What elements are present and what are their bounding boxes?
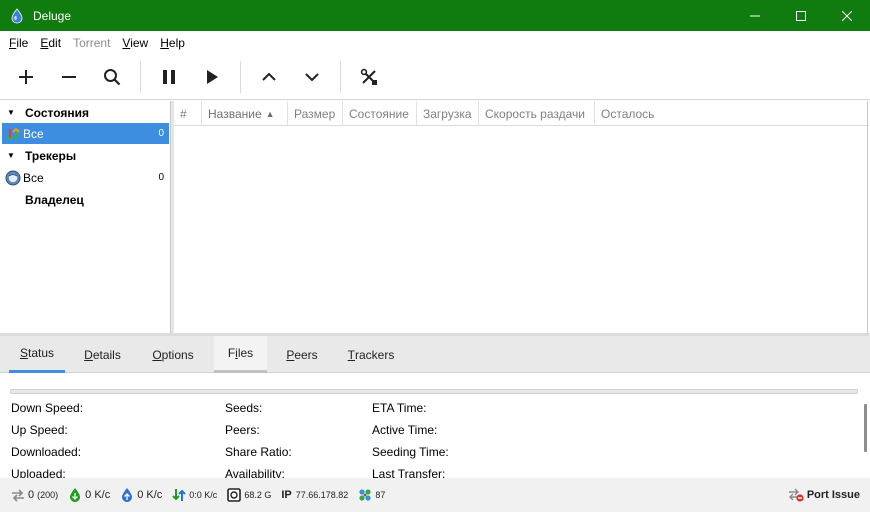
globe-icon bbox=[5, 170, 21, 185]
status-panel: Down Speed: Up Speed: Downloaded: Upload… bbox=[0, 374, 870, 478]
tab-trackers[interactable]: Trackers bbox=[340, 336, 402, 373]
sort-ascending-icon: ▲ bbox=[265, 108, 275, 119]
connections-indicator[interactable]: 0 (200) bbox=[11, 488, 58, 502]
torrent-list[interactable]: # Название ▲ Размер Состояние Загрузка Ск… bbox=[174, 101, 868, 334]
protocol-traffic-indicator[interactable]: 0:0 K/c bbox=[172, 488, 217, 502]
port-issue-indicator[interactable]: Port Issue bbox=[788, 488, 860, 502]
expand-arrow-icon[interactable]: ▼ bbox=[4, 151, 18, 160]
search-button[interactable] bbox=[95, 61, 129, 93]
share-ratio-label: Share Ratio: bbox=[225, 445, 292, 459]
maximize-icon bbox=[796, 10, 806, 21]
menu-view[interactable]: View bbox=[116, 36, 154, 50]
toolbar-separator bbox=[140, 61, 141, 93]
protocol-traffic-icon bbox=[172, 489, 187, 501]
column-headers: # Название ▲ Размер Состояние Загрузка Ск… bbox=[174, 101, 867, 126]
search-icon bbox=[104, 69, 121, 86]
add-torrent-button[interactable] bbox=[9, 61, 43, 93]
pause-button[interactable] bbox=[152, 61, 186, 93]
column-header-size[interactable]: Размер bbox=[288, 101, 343, 126]
toolbar bbox=[0, 55, 870, 100]
active-time-label: Active Time: bbox=[372, 423, 438, 437]
connections-icon bbox=[12, 489, 24, 502]
deluge-app-icon bbox=[11, 7, 23, 23]
menu-bar: File Edit Torrent View Help bbox=[0, 31, 870, 55]
column-header-upload-speed[interactable]: Скорость раздачи bbox=[479, 101, 595, 126]
preferences-icon bbox=[360, 68, 377, 85]
play-icon bbox=[207, 70, 218, 84]
window-title: Deluge bbox=[33, 8, 72, 23]
details-scrollbar[interactable] bbox=[864, 404, 867, 452]
dht-nodes-indicator[interactable]: 87 bbox=[358, 488, 385, 502]
menu-edit[interactable]: Edit bbox=[34, 36, 67, 50]
eta-time-label: ETA Time: bbox=[372, 401, 427, 415]
port-issue-icon bbox=[788, 488, 804, 502]
download-speed-indicator[interactable]: 0 K/c bbox=[68, 488, 110, 502]
preferences-button[interactable] bbox=[352, 61, 386, 93]
seeds-label: Seeds: bbox=[225, 401, 263, 415]
column-header-state[interactable]: Состояние bbox=[343, 101, 417, 126]
peers-label: Peers: bbox=[225, 423, 260, 437]
disk-icon bbox=[227, 488, 242, 502]
trackers-group-header[interactable]: ▼ Трекеры bbox=[2, 145, 169, 166]
remove-icon bbox=[62, 76, 76, 78]
close-icon bbox=[842, 10, 852, 21]
queue-down-button[interactable] bbox=[295, 61, 329, 93]
add-icon bbox=[19, 70, 33, 84]
up-speed-label: Up Speed: bbox=[11, 423, 68, 437]
minimize-icon bbox=[750, 15, 760, 16]
external-ip-indicator: IP 77.66.178.82 bbox=[281, 489, 349, 501]
status-bar: 0 (200) 0 K/c 0 K/c 0:0 K/c 68.2 G IP 77.… bbox=[0, 478, 870, 512]
sidebar-item-states-all[interactable]: Все 0 bbox=[2, 123, 169, 144]
menu-help[interactable]: Help bbox=[154, 36, 191, 50]
states-group-header[interactable]: ▼ Состояния bbox=[2, 102, 169, 123]
expand-arrow-icon[interactable]: ▼ bbox=[4, 108, 18, 117]
queue-up-button[interactable] bbox=[252, 61, 286, 93]
pause-icon bbox=[163, 70, 175, 84]
maximize-button[interactable] bbox=[778, 0, 824, 31]
column-header-number[interactable]: # bbox=[174, 101, 202, 126]
remove-torrent-button[interactable] bbox=[52, 61, 86, 93]
close-button[interactable] bbox=[824, 0, 870, 31]
sidebar-item-trackers-all[interactable]: Все 0 bbox=[2, 167, 169, 188]
details-tabs: Status Details Options Fi les Peers Track… bbox=[0, 336, 870, 373]
availability-label: Availability: bbox=[225, 467, 285, 478]
dht-network-icon bbox=[359, 489, 371, 501]
last-transfer-label: Last Transfer: bbox=[372, 467, 446, 478]
down-speed-label: Down Speed: bbox=[11, 401, 84, 415]
tab-peers[interactable]: Peers bbox=[278, 336, 326, 373]
tab-details[interactable]: Details bbox=[75, 336, 130, 373]
upload-arrow-icon bbox=[122, 488, 133, 502]
tab-files[interactable]: Fi les bbox=[214, 336, 267, 373]
all-states-icon bbox=[6, 127, 20, 140]
column-header-download[interactable]: Загрузка bbox=[417, 101, 479, 126]
filter-sidebar: ▼ Состояния Все 0 ▼ Трекеры Все 0 Владел… bbox=[0, 101, 171, 334]
menu-torrent[interactable]: Torrent bbox=[67, 36, 116, 50]
tab-status[interactable]: Status bbox=[9, 336, 65, 373]
uploaded-label: Uploaded: bbox=[11, 467, 66, 478]
title-bar: Deluge bbox=[0, 0, 870, 31]
column-header-name[interactable]: Название ▲ bbox=[202, 101, 288, 126]
seeding-time-label: Seeding Time: bbox=[372, 445, 449, 459]
torrent-progress-bar bbox=[10, 389, 858, 394]
toolbar-separator bbox=[340, 61, 341, 93]
minimize-button[interactable] bbox=[732, 0, 778, 31]
free-space-indicator[interactable]: 68.2 G bbox=[227, 488, 271, 502]
download-arrow-icon bbox=[70, 488, 81, 502]
move-down-icon bbox=[305, 73, 319, 82]
downloaded-label: Downloaded: bbox=[11, 445, 82, 459]
column-header-remaining[interactable]: Осталось bbox=[595, 101, 673, 126]
tab-options[interactable]: Options bbox=[142, 336, 204, 373]
upload-speed-indicator[interactable]: 0 K/c bbox=[120, 488, 162, 502]
move-up-icon bbox=[262, 72, 276, 81]
toolbar-separator bbox=[240, 61, 241, 93]
menu-file[interactable]: File bbox=[3, 36, 34, 50]
owner-group-header[interactable]: Владелец bbox=[2, 189, 169, 210]
resume-button[interactable] bbox=[195, 61, 229, 93]
